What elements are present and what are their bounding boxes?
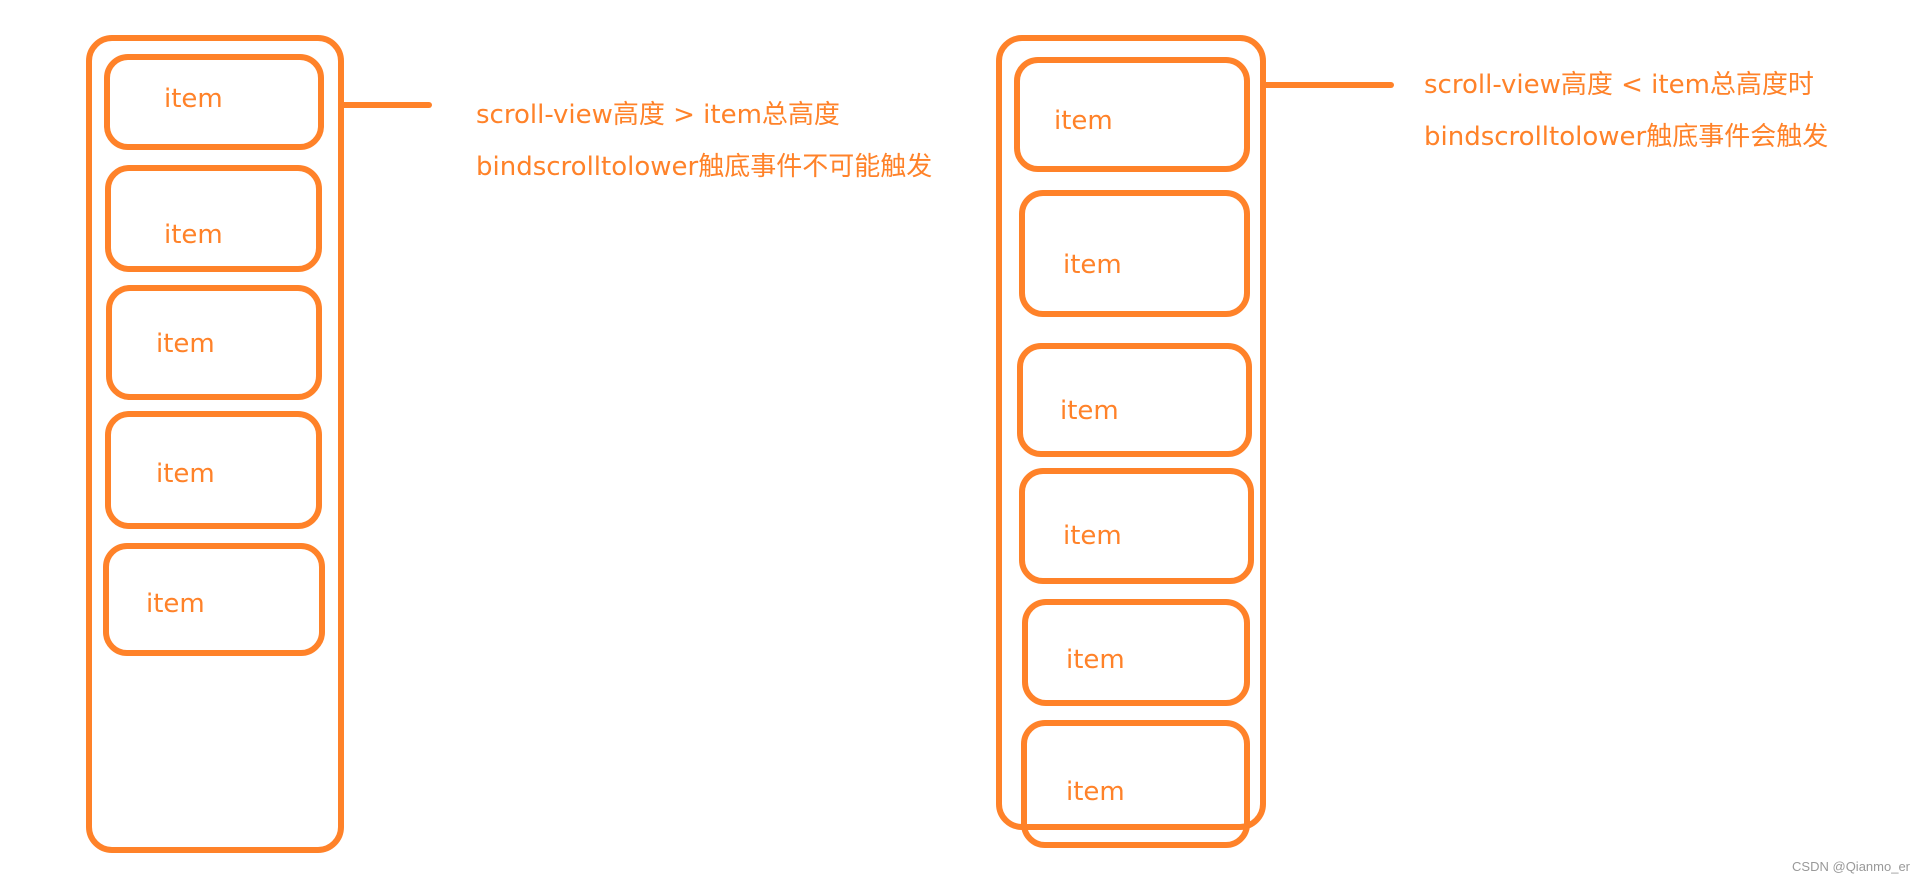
right-item-4-label: item bbox=[1063, 521, 1122, 551]
left-description: scroll-view高度 > item总高度 bindscrolltolowe… bbox=[476, 89, 932, 193]
right-connector-line bbox=[1262, 82, 1394, 88]
right-item-2-label: item bbox=[1063, 250, 1122, 280]
left-connector-line bbox=[340, 102, 432, 108]
right-item-5 bbox=[1022, 599, 1250, 706]
left-description-line-1: scroll-view高度 > item总高度 bbox=[476, 100, 840, 130]
left-item-1-label: item bbox=[164, 84, 223, 114]
right-item-6-overflowing bbox=[1021, 720, 1250, 848]
left-item-3-label: item bbox=[156, 329, 215, 359]
left-item-2 bbox=[105, 165, 322, 272]
right-item-3 bbox=[1017, 343, 1252, 457]
left-item-5-label: item bbox=[146, 589, 205, 619]
left-item-2-label: item bbox=[164, 220, 223, 250]
right-item-6-label: item bbox=[1066, 777, 1125, 807]
left-item-4-label: item bbox=[156, 459, 215, 489]
right-item-2 bbox=[1019, 190, 1250, 317]
right-item-1 bbox=[1014, 57, 1250, 172]
watermark: CSDN @Qianmo_er bbox=[1792, 859, 1910, 874]
right-item-1-label: item bbox=[1054, 106, 1113, 136]
right-item-3-label: item bbox=[1060, 396, 1119, 426]
left-description-line-2: bindscrolltolower触底事件不可能触发 bbox=[476, 152, 933, 182]
right-description: scroll-view高度 < item总高度时 bindscrolltolow… bbox=[1424, 59, 1828, 163]
right-item-4 bbox=[1019, 468, 1254, 584]
right-description-line-1: scroll-view高度 < item总高度时 bbox=[1424, 70, 1814, 100]
right-item-5-label: item bbox=[1066, 645, 1125, 675]
right-description-line-2: bindscrolltolower触底事件会触发 bbox=[1424, 122, 1829, 152]
left-item-5 bbox=[103, 543, 325, 656]
